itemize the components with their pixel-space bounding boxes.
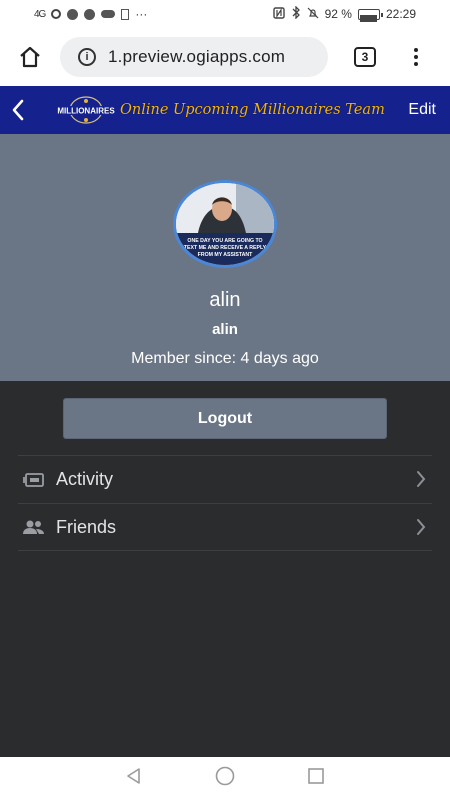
profile-menu: Activity Friends	[18, 455, 432, 551]
home-icon	[20, 46, 40, 68]
network-signal-icon: 4G	[34, 8, 46, 20]
status-icons-right: 92 % 22:29	[272, 5, 416, 22]
notification-icon	[121, 8, 130, 20]
profile-username: alin	[212, 321, 238, 338]
profile-section: ONE DAY YOU ARE GOING TO TEXT ME AND REC…	[0, 134, 450, 381]
cloud-icon	[101, 10, 116, 18]
nav-home-button[interactable]	[214, 765, 236, 792]
profile-display-name: alin	[209, 289, 241, 311]
team-logo: MILLIONAIRES	[56, 95, 116, 125]
svg-text:TEXT ME AND RECEIVE A REPLY: TEXT ME AND RECEIVE A REPLY	[184, 245, 267, 251]
mute-icon	[307, 7, 319, 22]
app-brand: MILLIONAIRES Online Upcoming Millionaire…	[56, 95, 385, 125]
circle-home-icon	[215, 766, 235, 786]
sync-icon	[51, 9, 62, 19]
app-title: Online Upcoming Millionaires Team	[120, 102, 385, 118]
nfc-icon	[272, 6, 285, 22]
info-icon[interactable]: i	[78, 48, 96, 66]
home-button[interactable]	[0, 28, 60, 86]
address-bar[interactable]: i 1.preview.ogiapps.com	[60, 37, 328, 77]
nav-recents-button[interactable]	[306, 766, 326, 791]
logout-button[interactable]: Logout	[63, 398, 387, 439]
avatar[interactable]: ONE DAY YOU ARE GOING TO TEXT ME AND REC…	[173, 180, 277, 268]
back-button[interactable]	[0, 86, 36, 134]
triangle-back-icon	[127, 768, 140, 784]
chevron-right-icon	[416, 470, 426, 493]
ticket-icon	[22, 468, 46, 492]
menu-item-label: Friends	[56, 516, 117, 537]
status-bar: 4G ··· 92 % 22:29	[0, 0, 450, 28]
member-since: Member since: 4 days ago	[131, 350, 319, 367]
browser-toolbar: i 1.preview.ogiapps.com 3	[0, 28, 450, 86]
svg-text:FROM MY ASSISTANT: FROM MY ASSISTANT	[198, 252, 253, 258]
people-icon	[22, 515, 46, 539]
more-notifications-icon: ···	[135, 7, 148, 21]
status-icons-left: 4G ···	[34, 7, 147, 21]
bluetooth-icon	[291, 5, 301, 22]
whatsapp-icon	[67, 8, 79, 20]
battery-icon	[357, 8, 383, 22]
chevron-left-icon	[12, 99, 24, 121]
clock: 22:29	[385, 7, 416, 21]
menu-item-label: Activity	[56, 469, 114, 489]
more-vert-icon	[414, 48, 418, 52]
system-nav-bar	[0, 757, 450, 800]
nav-back-button[interactable]	[124, 766, 144, 791]
svg-text:MILLIONAIRES: MILLIONAIRES	[57, 107, 115, 116]
svg-text:ONE DAY YOU ARE GOING TO: ONE DAY YOU ARE GOING TO	[187, 238, 262, 244]
menu-item-friends[interactable]: Friends	[18, 503, 432, 551]
edit-button[interactable]: Edit	[408, 86, 436, 134]
messenger-icon	[84, 8, 96, 20]
url-text[interactable]: 1.preview.ogiapps.com	[108, 47, 285, 67]
battery-fill	[359, 14, 377, 22]
square-recents-icon	[308, 768, 324, 784]
app-header: MILLIONAIRES Online Upcoming Millionaire…	[0, 86, 450, 134]
browser-menu-button[interactable]	[414, 48, 418, 66]
tab-switcher-button[interactable]: 3	[354, 47, 376, 67]
battery-percent: 92 %	[324, 7, 352, 21]
chevron-right-icon	[416, 518, 426, 541]
menu-item-activity[interactable]: Activity	[18, 455, 432, 503]
